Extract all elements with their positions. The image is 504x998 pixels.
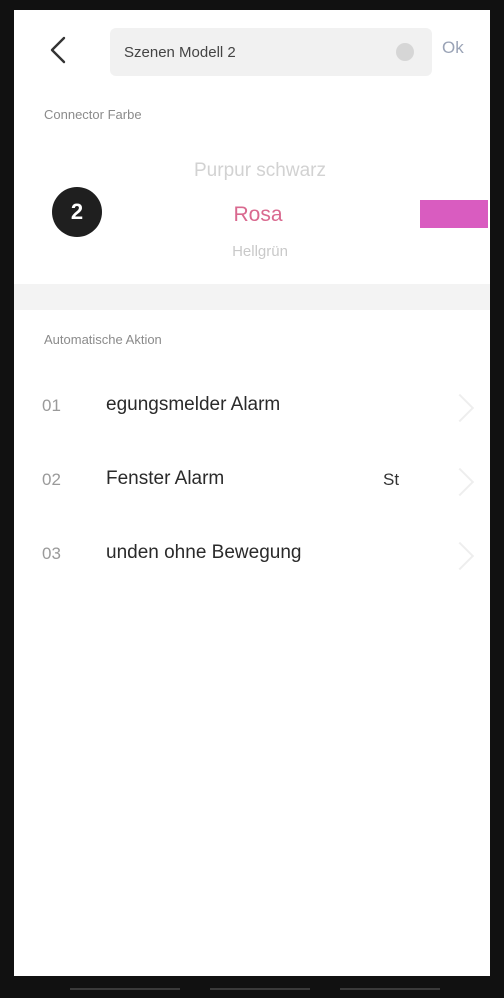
back-button[interactable] xyxy=(42,32,78,68)
action-number: 03 xyxy=(42,544,61,563)
action-number: 02 xyxy=(42,470,61,489)
action-item-1[interactable]: 01 egungsmelder Alarm xyxy=(14,382,490,432)
action-extra: St xyxy=(383,470,400,489)
chevron-right-icon xyxy=(445,467,475,497)
action-number: 01 xyxy=(42,396,61,415)
chevron-left-icon xyxy=(50,36,66,64)
ok-button[interactable]: Ok xyxy=(442,38,464,58)
action-label: unden ohne Bewegung xyxy=(106,542,302,563)
chevron-right-icon xyxy=(445,393,475,423)
color-option-next[interactable]: Hellgrün xyxy=(8,243,504,260)
scene-name-value: Szenen Modell 2 xyxy=(124,43,236,61)
section-divider xyxy=(14,284,490,310)
nav-segment xyxy=(70,988,180,990)
action-label: Fenster Alarm xyxy=(106,468,225,489)
color-option-previous[interactable]: Purpur schwarz xyxy=(8,160,504,182)
chevron-right-icon xyxy=(445,541,475,571)
action-item-3[interactable]: 03 unden ohne Bewegung xyxy=(14,530,490,580)
nav-segment xyxy=(210,988,310,990)
actions-section-label: Automatische Aktion xyxy=(44,332,162,347)
header-bar: Szenen Modell 2 Ok xyxy=(14,10,490,90)
nav-segment xyxy=(340,988,440,990)
action-item-2[interactable]: 02 Fenster Alarm St xyxy=(14,456,490,506)
color-section-label: Connector Farbe xyxy=(44,107,142,122)
scene-name-input[interactable]: Szenen Modell 2 xyxy=(110,28,432,76)
action-label: egungsmelder Alarm xyxy=(106,394,281,415)
system-navigation-bar xyxy=(0,976,504,998)
color-swatch xyxy=(420,200,488,228)
clear-icon[interactable] xyxy=(396,43,414,61)
